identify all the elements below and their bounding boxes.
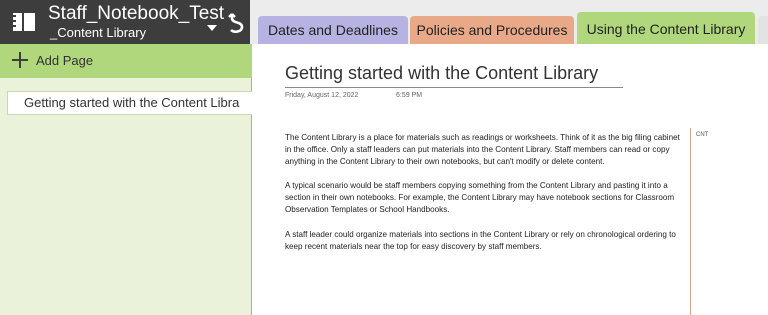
page-title[interactable]: Getting started with the Content Library (285, 63, 598, 84)
back-arrow-icon (228, 13, 244, 33)
side-note: CNT (696, 132, 709, 138)
note-container-border (690, 128, 691, 315)
add-page-label: Add Page (36, 53, 94, 68)
paragraph[interactable]: A staff leader could organize materials … (285, 229, 687, 253)
paragraph[interactable]: A typical scenario would be staff member… (285, 180, 687, 216)
page-canvas[interactable]: Getting started with the Content Library… (253, 44, 768, 315)
note-container[interactable]: The Content Library is a place for mater… (285, 132, 687, 265)
page-list-item[interactable]: Getting started with the Content Libra (7, 91, 252, 115)
chevron-down-icon[interactable] (207, 25, 217, 31)
tab-dates-and-deadlines[interactable]: Dates and Deadlines (258, 16, 408, 44)
notebook-icon (13, 13, 35, 31)
top-bar: Staff_Notebook_Test _Content Library Dat… (0, 0, 768, 44)
page-date: Friday, August 12, 2022 (285, 92, 359, 99)
notebook-name: Staff_Notebook_Test (48, 3, 225, 24)
page-time: 6:59 PM (396, 92, 423, 99)
tab-using-the-content-library[interactable]: Using the Content Library (577, 12, 755, 44)
current-section-label: _Content Library (50, 25, 147, 40)
tab-overflow[interactable] (758, 16, 768, 44)
plus-icon (12, 52, 28, 68)
title-underline (285, 87, 623, 88)
add-page-button[interactable]: Add Page (0, 44, 252, 78)
navigate-back-button[interactable] (226, 10, 248, 36)
page-list-pane: Add Page Getting started with the Conten… (0, 44, 252, 315)
notebook-picker[interactable]: Staff_Notebook_Test _Content Library (0, 0, 250, 44)
tab-policies-and-procedures[interactable]: Policies and Procedures (410, 16, 574, 44)
paragraph[interactable]: The Content Library is a place for mater… (285, 132, 687, 168)
